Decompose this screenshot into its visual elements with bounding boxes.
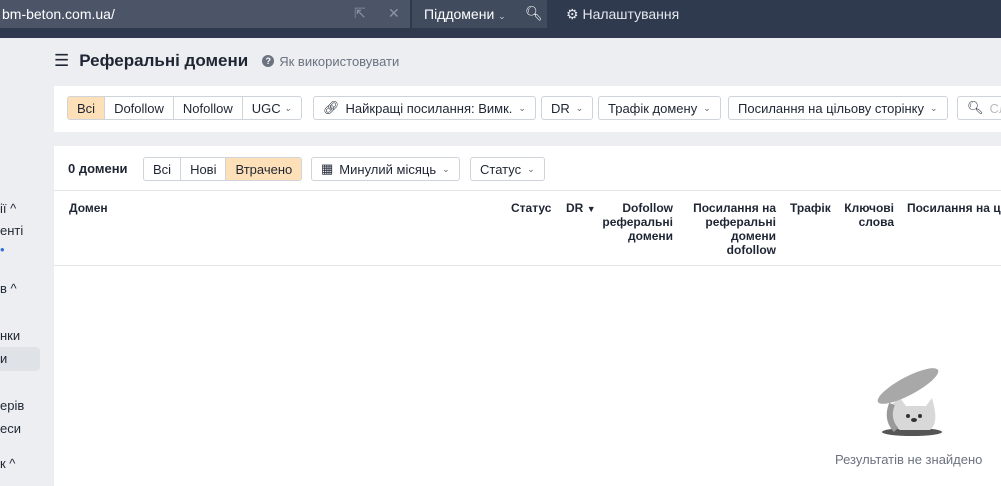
settings-button[interactable]: ⚙ Налаштування	[566, 6, 679, 23]
divider	[54, 190, 1001, 191]
link-type-nofollow[interactable]: Nofollow	[174, 97, 243, 119]
chevron-down-icon: ⌄	[930, 102, 938, 113]
column-target-links[interactable]: Посилання на ці	[907, 201, 1001, 215]
label: Статус	[480, 161, 522, 177]
sidebar-section[interactable]: к ^	[0, 456, 15, 471]
status-dropdown[interactable]: Статус ⌄	[470, 157, 545, 181]
chevron-down-icon: ⌄	[575, 102, 584, 113]
link-type-all[interactable]: Всі	[68, 97, 106, 119]
subdomains-dropdown[interactable]: Піддомени ⌄ 🔍︎	[412, 0, 547, 28]
empty-state-text: Результатів не знайдено	[835, 452, 983, 467]
empty-state-illustration	[877, 368, 942, 436]
change-filter: Всі Нові Втрачено	[143, 157, 303, 181]
chevron-down-icon: ⌄	[498, 11, 506, 21]
results-panel: 0 домени Всі Нові Втрачено ▦ Минулий міся…	[54, 146, 1001, 486]
sidebar: ії ^ енті • в ^ нки и ерів еси к ^	[0, 38, 53, 486]
column-dofollow-ref-domains[interactable]: Dofollow реферальні домени	[600, 201, 673, 243]
tab-new[interactable]: Нові	[181, 158, 227, 180]
label: DR	[551, 100, 570, 116]
sidebar-item[interactable]: нки	[0, 328, 20, 343]
dr-dropdown[interactable]: DR ⌄	[541, 96, 594, 120]
help-icon: ?	[262, 55, 275, 67]
label: в	[0, 281, 7, 296]
link-type-filter: Всі Dofollow Nofollow UGC ⌄	[67, 96, 302, 120]
how-to-link[interactable]: ? Як використовувати	[262, 54, 399, 69]
sidebar-item[interactable]: •	[0, 242, 5, 257]
settings-label: Налаштування	[582, 6, 680, 22]
how-to-label: Як використовувати	[279, 53, 400, 69]
calendar-icon: ▦	[321, 161, 334, 176]
link-type-dofollow[interactable]: Dofollow	[105, 97, 174, 119]
search-icon[interactable]: 🔍︎	[525, 5, 543, 22]
label: ії	[0, 201, 7, 216]
external-link-icon[interactable]: ⇱	[354, 5, 366, 22]
label: Найкращі посилання: Вимк.	[345, 100, 513, 116]
column-dofollow-links[interactable]: Посилання на реферальні домени dofollow	[690, 201, 776, 257]
chevron-down-icon: ⌄	[442, 163, 450, 174]
best-links-dropdown[interactable]: 🔗︎ Найкращі посилання: Вимк. ⌄	[313, 96, 536, 120]
link-type-ugc[interactable]: UGC ⌄	[243, 97, 301, 119]
target-links-dropdown[interactable]: Посилання на цільову сторінку ⌄	[728, 96, 948, 120]
chevron-down-icon: ⌄	[703, 102, 711, 113]
results-count: 0 домени	[68, 161, 128, 176]
chevron-down-icon: ⌄	[527, 163, 535, 174]
label: к	[0, 456, 6, 471]
column-dr[interactable]: DR ▼	[566, 201, 596, 216]
tab-lost[interactable]: Втрачено	[226, 158, 302, 180]
divider	[54, 265, 1001, 266]
label: DR	[566, 201, 584, 215]
domain-traffic-dropdown[interactable]: Трафік домену ⌄	[598, 96, 721, 120]
url-value: bm-beton.com.ua/	[2, 6, 115, 22]
chevron-down-icon: ⌄	[284, 102, 292, 113]
column-status[interactable]: Статус	[511, 201, 551, 215]
ugc-label: UGC	[251, 100, 281, 116]
label: Посилання на цільову сторінку	[738, 100, 925, 116]
page-header: ☰ Реферальні домени ? Як використовувати	[54, 51, 399, 71]
sort-desc-icon: ▼	[586, 204, 596, 214]
label: Минулий місяць	[339, 161, 437, 177]
sidebar-item-active[interactable]: и	[0, 347, 40, 371]
subdomains-label: Піддомени	[424, 6, 495, 22]
url-input[interactable]: bm-beton.com.ua/ ⇱ ✕	[0, 0, 410, 28]
sidebar-item[interactable]: ерів	[0, 398, 24, 413]
page-title: Реферальні домени	[79, 51, 249, 70]
column-keywords[interactable]: Ключові слова	[842, 201, 894, 229]
tab-all[interactable]: Всі	[144, 158, 182, 180]
column-traffic[interactable]: Трафік	[790, 201, 831, 215]
sidebar-section[interactable]: ії ^	[0, 201, 16, 216]
sidebar-section[interactable]: в ^	[0, 281, 17, 296]
menu-icon[interactable]: ☰	[54, 51, 69, 71]
filter-bar: Всі Dofollow Nofollow UGC ⌄ 🔗︎ Найкращі п…	[54, 86, 1001, 132]
sidebar-item[interactable]: енті	[0, 223, 23, 238]
search-icon: 🔍︎	[967, 100, 984, 115]
column-domain[interactable]: Домен	[69, 201, 108, 215]
clear-icon[interactable]: ✕	[388, 5, 400, 22]
link-icon: 🔗︎	[323, 100, 340, 115]
search-input[interactable]: 🔍︎ Сл	[957, 96, 1001, 120]
gear-icon: ⚙	[566, 6, 579, 22]
top-bar: bm-beton.com.ua/ ⇱ ✕ Піддомени ⌄ 🔍︎ ⚙ На…	[0, 0, 1001, 38]
sidebar-item[interactable]: еси	[0, 421, 21, 436]
period-dropdown[interactable]: ▦ Минулий місяць ⌄	[311, 157, 460, 181]
label: Трафік домену	[608, 100, 698, 116]
chevron-down-icon: ⌄	[518, 102, 526, 113]
search-placeholder: Сл	[989, 100, 1001, 116]
